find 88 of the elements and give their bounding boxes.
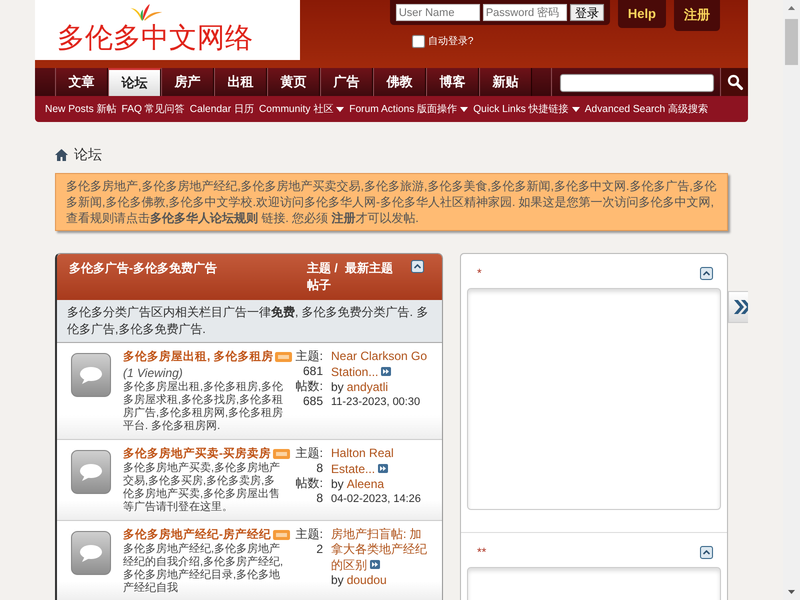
forum-stat: 681 xyxy=(302,364,323,379)
column-heading: 主题 / 帖子 xyxy=(307,260,339,294)
forum-stat: 2 xyxy=(316,542,323,557)
column-heading: 最新主题 xyxy=(345,260,394,277)
nav-tab[interactable]: 广告 xyxy=(320,68,373,96)
caret-icon xyxy=(460,106,468,112)
nav-tab[interactable]: 新贴 xyxy=(479,68,532,96)
sub-nav-link[interactable]: Advanced Search 高级搜索 xyxy=(584,102,708,116)
notice-text: 多伦多房地产,多伦多房地产经纪,多伦多房地产买卖交易,多伦多旅游,多伦多美食,多伦多新闻,多伦多中文网.多伦多广告,多伦多新闻,多伦多佛教,多伦多中文学校.欢迎访问多伦多华人网-多伦多华人社区精神家园. 如果这是您第一次访问多伦多中文网, 查看规则请点击多伦多华人论坛规则 链接. 您必须 注册才可以发帖. xyxy=(55,173,728,231)
last-post-link[interactable]: Halton Real Estate... xyxy=(331,446,429,477)
nav-tab[interactable]: 房产 xyxy=(161,68,214,96)
speech-bubble-icon xyxy=(71,450,111,494)
collapse-button[interactable] xyxy=(411,260,424,273)
forum-description: 多伦多房地产买卖,多伦多房地产交易,多伦多买房,多伦多卖房,多伦多房地产买卖,多伦多房屋出售等广告请刊登在这里。 xyxy=(123,462,282,514)
remember-checkbox[interactable] xyxy=(412,34,425,48)
caret-icon xyxy=(336,106,344,112)
speech-bubble-icon xyxy=(71,353,111,397)
forum-stat: 主题: xyxy=(296,446,323,461)
home-icon xyxy=(55,149,68,161)
rss-icon xyxy=(272,448,290,458)
logo[interactable]: 多伦多中文网络 xyxy=(35,0,300,60)
search-icon xyxy=(726,74,742,90)
breadcrumb-link[interactable]: 论坛 xyxy=(74,146,102,164)
collapse-button[interactable] xyxy=(700,546,713,558)
scroll-thumb[interactable] xyxy=(785,19,798,65)
rss-icon xyxy=(272,530,290,540)
category-description: 多伦多分类广告区内相关栏目广告一律免费, 多伦多免费分类广告. 多伦多广告,多伦多免费广告. xyxy=(57,300,442,343)
header-button[interactable]: 注册 xyxy=(674,0,720,31)
sub-nav-link[interactable]: Quick Links 快捷链接 xyxy=(473,102,580,116)
forum-stat: 8 xyxy=(316,461,323,476)
nav-tab[interactable]: 佛教 xyxy=(373,68,426,96)
username-link[interactable]: Aleena xyxy=(346,477,384,491)
nav-tab[interactable]: 黄页 xyxy=(267,68,320,96)
go-to-post-button[interactable] xyxy=(378,364,392,379)
by-label: by xyxy=(331,573,344,587)
forum-title-link[interactable]: 多伦多房屋出租, 多伦多租房 xyxy=(123,349,274,364)
forum-stat: 帖数: xyxy=(296,379,323,394)
search-field[interactable] xyxy=(560,74,714,92)
sub-nav-link[interactable]: FAQ 常见问答 xyxy=(122,102,185,116)
sub-nav-link[interactable]: Forum Actions 版面操作 xyxy=(349,102,468,116)
nav-tab[interactable]: 出租 xyxy=(214,68,267,96)
go-to-post-button[interactable] xyxy=(367,557,380,572)
logo-text: 多伦多中文网络 xyxy=(57,22,253,54)
collapse-icon xyxy=(411,260,424,273)
forum-stat: 主题: xyxy=(296,527,323,542)
sub-nav-link[interactable]: New Posts 新帖 xyxy=(45,102,117,116)
forum-title-link[interactable]: 多伦多房地产买卖-买房卖房 xyxy=(123,446,271,461)
by-label: by xyxy=(331,477,344,491)
speech-bubble-icon xyxy=(71,531,111,575)
go-to-post-button[interactable] xyxy=(375,461,388,476)
sub-nav-link[interactable]: Community 社区 xyxy=(258,102,344,116)
forum-stat: 主题: xyxy=(296,349,323,364)
header-button[interactable]: Help xyxy=(618,0,666,28)
forum-description: 多伦多房屋出租,多伦多租房,多伦多房屋求租,多伦多找房,多伦多租房广告,多伦多租房网,多伦多租房平台. 多伦多租房网. xyxy=(123,381,284,433)
rss-icon xyxy=(275,352,292,362)
username-field[interactable]: User Name xyxy=(396,4,480,21)
collapse-button[interactable] xyxy=(700,266,713,280)
post-date: 04-02-2023, 14:26 xyxy=(331,492,422,507)
nav-tab[interactable]: 文章 xyxy=(55,68,108,96)
username-link[interactable]: doudou xyxy=(346,573,387,587)
post-date: 11-23-2023, 00:30 xyxy=(331,395,422,410)
double-arrow-icon xyxy=(370,560,380,569)
forum-description: 多伦多房地产经纪,多伦多房地产经纪的自我介绍,多伦多房产经纪,多伦多房地产经纪目录,多伦多地产经纪自我 xyxy=(123,543,284,595)
double-chevron-icon xyxy=(733,299,748,315)
sub-nav-link[interactable]: Calendar 日历 xyxy=(190,102,254,116)
collapse-icon xyxy=(700,266,713,280)
forum-title-link[interactable]: 多伦多房地产经纪-房产经纪 xyxy=(123,527,271,542)
remember-label: 自动登录? xyxy=(428,35,474,48)
category-title[interactable]: 多伦多广告-多伦多免费广告 xyxy=(69,260,307,277)
search-button[interactable] xyxy=(720,68,748,96)
last-post-link[interactable]: Near Clarkson Go Station... xyxy=(331,349,429,380)
double-arrow-icon xyxy=(378,464,388,473)
login-button[interactable]: 登录 xyxy=(570,4,604,21)
by-label: by xyxy=(331,380,344,394)
username-link[interactable]: andyatli xyxy=(346,380,388,394)
nav-tab[interactable]: 博客 xyxy=(426,68,479,96)
password-field[interactable]: Password 密码 xyxy=(482,4,567,21)
block-title: * xyxy=(477,266,482,280)
sidebar-toggle-button[interactable] xyxy=(728,291,748,323)
viewing-count: (1 Viewing) xyxy=(123,366,184,380)
caret-icon xyxy=(572,106,580,112)
collapse-icon xyxy=(700,546,713,558)
forum-stat: 8 xyxy=(316,491,323,506)
block-title: ** xyxy=(477,545,486,559)
forum-stat: 685 xyxy=(302,394,323,409)
double-arrow-icon xyxy=(381,367,392,376)
nav-tab[interactable]: 论坛 xyxy=(108,68,161,96)
forum-stat: 帖数: xyxy=(296,476,323,491)
